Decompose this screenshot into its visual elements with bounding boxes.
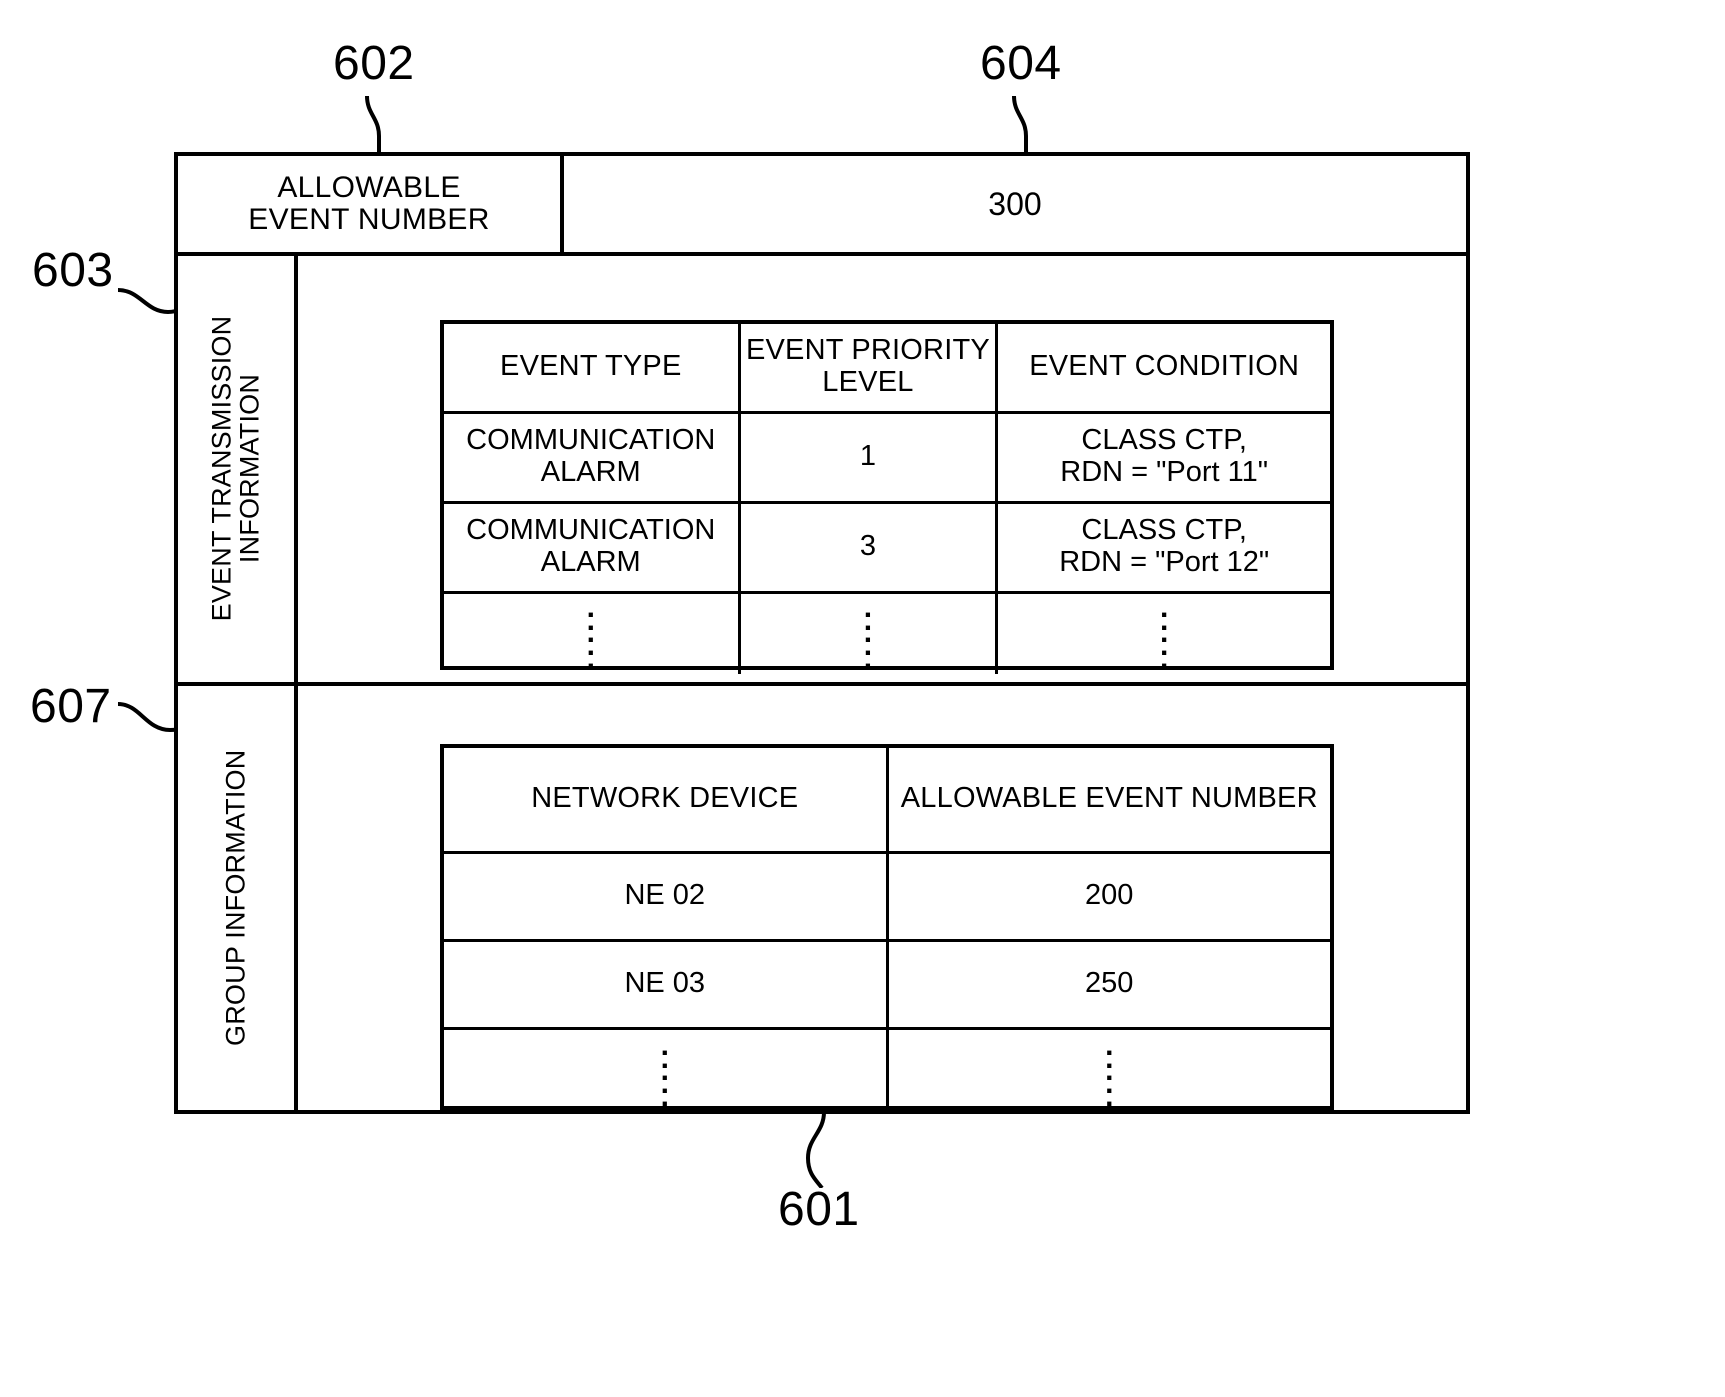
- cell-event-type: COMMUNICATION ALARM: [444, 410, 741, 504]
- event-transmission-label-line1: EVENT TRANSMISSION: [206, 316, 237, 622]
- group-information-body: NETWORK DEVICE ALLOWABLE EVENT NUMBER NE…: [298, 686, 1466, 1114]
- leader-line-601: [805, 1112, 826, 1188]
- group-information-label: GROUP INFORMATION: [220, 749, 251, 1047]
- event-type-line2: ALARM: [540, 546, 641, 578]
- patent-figure: 602 604 603 604 605 606 607 608 609 601: [0, 0, 1725, 1397]
- column-header-event-priority-level: EVENT PRIORITY LEVEL: [737, 324, 999, 414]
- group-information-table: NETWORK DEVICE ALLOWABLE EVENT NUMBER NE…: [440, 744, 1334, 1114]
- allowable-event-number-label: ALLOWABLE EVENT NUMBER: [178, 156, 564, 252]
- column-header-network-device: NETWORK DEVICE: [444, 748, 889, 854]
- continuation-dots-event-condition: .....: [995, 590, 1330, 674]
- event-type-line1: COMMUNICATION: [466, 424, 716, 457]
- group-information-section: GROUP INFORMATION NETWORK DEVICE ALLOWAB…: [178, 686, 1466, 1114]
- allowable-event-number-label-line2: EVENT NUMBER: [248, 203, 490, 236]
- event-condition-line1: CLASS CTP,: [1081, 424, 1247, 457]
- table-row: NE 02 200: [444, 850, 1330, 942]
- cell-event-condition: CLASS CTP, RDN = "Port 12": [995, 500, 1330, 594]
- cell-network-device: NE 02: [444, 850, 889, 942]
- event-condition-line2: RDN = "Port 11": [1060, 456, 1269, 488]
- column-header-event-condition: EVENT CONDITION: [995, 324, 1330, 414]
- table-row: COMMUNICATION ALARM 1 CLASS CTP, RDN = "…: [444, 410, 1330, 504]
- table-row-continuation: ..... ..... .....: [444, 590, 1330, 674]
- ref-number-601: 601: [778, 1183, 860, 1236]
- column-header-allowable-event-number: ALLOWABLE EVENT NUMBER: [885, 748, 1330, 854]
- cell-network-device: NE 03: [444, 938, 889, 1030]
- management-information-table: ALLOWABLE EVENT NUMBER 300 EVENT TRANSMI…: [174, 152, 1470, 1114]
- event-transmission-information-section: EVENT TRANSMISSION INFORMATION EVENT TYP…: [178, 256, 1466, 686]
- group-information-side-label: GROUP INFORMATION: [178, 686, 298, 1110]
- allowable-event-number-label-line1: ALLOWABLE: [277, 171, 461, 205]
- ref-number-603: 603: [32, 244, 114, 297]
- event-transmission-label-line2: INFORMATION: [234, 374, 265, 564]
- event-transmission-table: EVENT TYPE EVENT PRIORITY LEVEL EVENT CO…: [440, 320, 1334, 674]
- continuation-dots-event-type: .....: [444, 590, 741, 674]
- table-row-continuation: ..... .....: [444, 1026, 1330, 1114]
- leader-line-603-top: [1012, 96, 1028, 158]
- allowable-event-number-value: 300: [988, 185, 1042, 222]
- group-information-header-row: NETWORK DEVICE ALLOWABLE EVENT NUMBER: [444, 748, 1330, 854]
- cell-allowable-event-number: 250: [885, 938, 1330, 1030]
- table-row: COMMUNICATION ALARM 3 CLASS CTP, RDN = "…: [444, 500, 1330, 594]
- leader-line-602: [365, 96, 381, 158]
- cell-event-priority-level: 1: [737, 410, 999, 504]
- allowable-event-number-row: ALLOWABLE EVENT NUMBER 300: [178, 156, 1466, 256]
- ref-number-607: 607: [30, 680, 112, 733]
- event-type-line1: COMMUNICATION: [466, 514, 716, 547]
- event-transmission-header-row: EVENT TYPE EVENT PRIORITY LEVEL EVENT CO…: [444, 324, 1330, 414]
- cell-event-condition: CLASS CTP, RDN = "Port 11": [995, 410, 1330, 504]
- cell-allowable-event-number: 200: [885, 850, 1330, 942]
- event-transmission-information-side-label: EVENT TRANSMISSION INFORMATION: [178, 256, 298, 682]
- continuation-dots-allowable-event-number: .....: [885, 1026, 1330, 1114]
- column-header-event-type: EVENT TYPE: [444, 324, 741, 414]
- event-transmission-information-body: EVENT TYPE EVENT PRIORITY LEVEL EVENT CO…: [298, 256, 1466, 682]
- continuation-dots-network-device: .....: [444, 1026, 889, 1114]
- event-condition-line1: CLASS CTP,: [1081, 514, 1247, 547]
- event-type-line2: ALARM: [540, 456, 641, 488]
- ref-number-603-top: 604: [980, 37, 1062, 90]
- event-condition-line2: RDN = "Port 12": [1059, 546, 1270, 578]
- cell-event-type: COMMUNICATION ALARM: [444, 500, 741, 594]
- continuation-dots-event-priority-level: .....: [737, 590, 999, 674]
- ref-number-602: 602: [333, 37, 415, 90]
- cell-event-priority-level: 3: [737, 500, 999, 594]
- table-row: NE 03 250: [444, 938, 1330, 1030]
